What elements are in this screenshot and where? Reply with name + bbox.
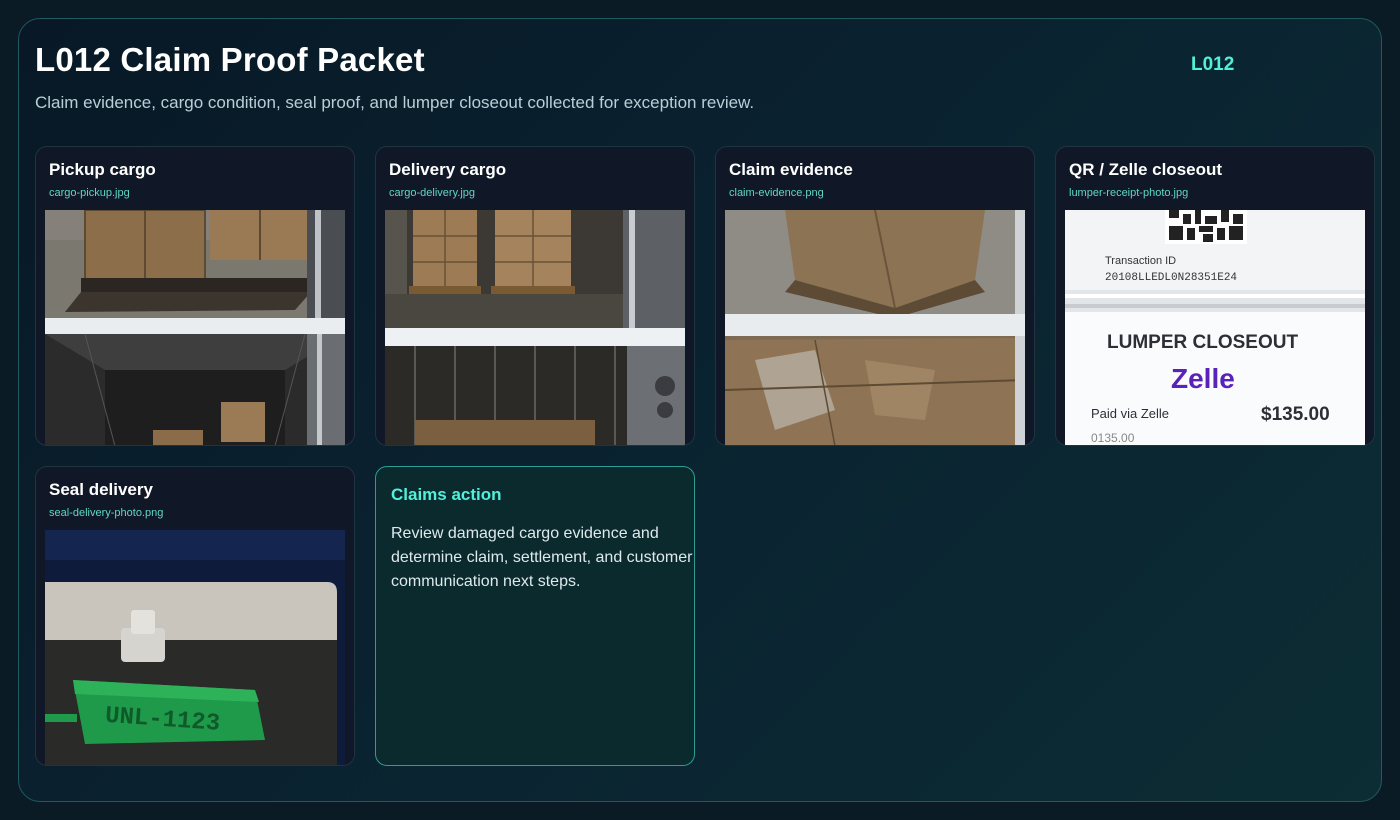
card-title: Delivery cargo [389,160,507,179]
pickup-cargo-photo[interactable] [45,210,345,445]
seal-delivery-card[interactable]: Seal delivery seal-delivery-photo.png UN… [35,466,355,766]
receipt-amount-small: 0135.00 [1091,431,1135,445]
claim-proof-panel: L012 Claim Proof Packet L012 Claim evide… [18,18,1382,802]
pickup-cargo-card[interactable]: Pickup cargo cargo-pickup.jpg [35,146,355,446]
page-title: L012 Claim Proof Packet [35,41,425,78]
transaction-id: 20108LLEDL0N28351E24 [1105,272,1237,284]
paid-via-label: Paid via Zelle [1091,406,1169,421]
load-id-badge: L012 [1191,54,1235,75]
zelle-logo-icon: Zelle [1171,363,1235,394]
card-filename[interactable]: cargo-delivery.jpg [389,187,475,199]
transaction-label: Transaction ID [1105,255,1176,267]
card-title: Pickup cargo [49,160,156,179]
claims-action-card: Claims action Review damaged cargo evide… [375,466,695,766]
receipt-amount: $135.00 [1261,404,1330,425]
claim-evidence-card[interactable]: Claim evidence claim-evidence.png [715,146,1035,446]
page-subtitle: Claim evidence, cargo condition, seal pr… [35,93,755,112]
delivery-cargo-card[interactable]: Delivery cargo cargo-delivery.jpg [375,146,695,446]
card-title: Seal delivery [49,480,153,499]
delivery-cargo-photo[interactable] [385,210,685,445]
card-filename[interactable]: lumper-receipt-photo.jpg [1069,187,1188,199]
card-filename[interactable]: cargo-pickup.jpg [49,187,130,199]
seal-delivery-photo[interactable]: UNL-1123 [45,530,345,765]
card-filename[interactable]: seal-delivery-photo.png [49,507,163,519]
claim-evidence-photo[interactable] [725,210,1025,445]
card-filename[interactable]: claim-evidence.png [729,187,824,199]
lumper-receipt-photo[interactable]: Transaction ID 20108LLEDL0N28351E24 LUMP… [1065,210,1365,445]
qr-code-icon [1165,210,1247,244]
card-title: Claim evidence [729,160,853,179]
claims-action-body: Review damaged cargo evidence and determ… [391,525,693,590]
zelle-closeout-card[interactable]: QR / Zelle closeout lumper-receipt-photo… [1055,146,1375,446]
card-title: QR / Zelle closeout [1069,160,1223,179]
receipt-heading: LUMPER CLOSEOUT [1107,332,1298,353]
claims-action-title: Claims action [391,485,502,504]
